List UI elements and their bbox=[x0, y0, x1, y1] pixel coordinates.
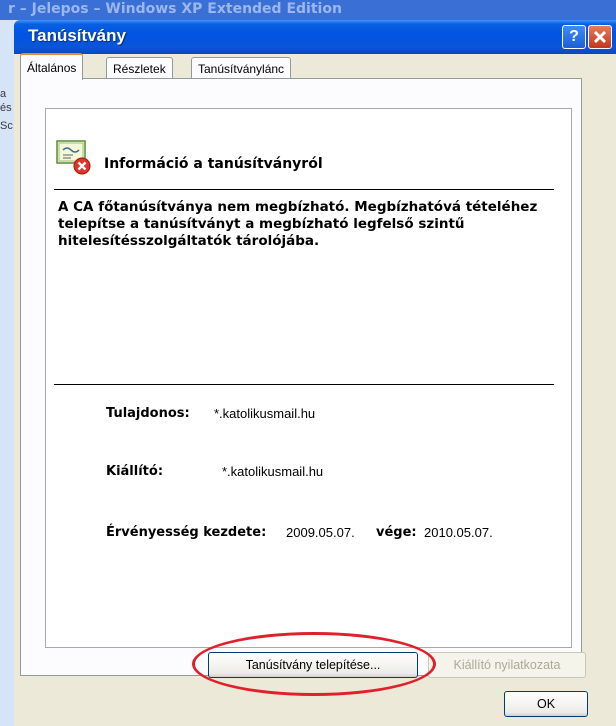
valid-to-label: vége: bbox=[376, 525, 417, 540]
divider bbox=[54, 189, 554, 190]
valid-from-value: 2009.05.07. bbox=[286, 525, 355, 540]
issuer-label: Kiállító: bbox=[106, 464, 164, 479]
certificate-warning-message: A CA főtanúsítványa nem megbízható. Megb… bbox=[58, 199, 538, 249]
certificate-info-box: Információ a tanúsítványról A CA főtanús… bbox=[45, 108, 572, 648]
close-button[interactable] bbox=[588, 25, 612, 49]
install-certificate-button[interactable]: Tanúsítvány telepítése... bbox=[208, 652, 418, 678]
certificate-error-icon bbox=[56, 140, 91, 175]
issuer-statement-button[interactable]: Kiállító nyilatkozata bbox=[428, 652, 586, 678]
background-fragment: a bbox=[0, 88, 7, 100]
tab-general[interactable]: Általános bbox=[20, 53, 84, 80]
valid-to-value: 2010.05.07. bbox=[424, 525, 493, 540]
background-window-edge: a és Sc bbox=[0, 20, 15, 726]
help-button[interactable]: ? bbox=[562, 25, 586, 49]
dialog-title: Tanúsítvány bbox=[28, 26, 126, 45]
tab-details[interactable]: Részletek bbox=[106, 57, 173, 80]
background-fragment: Sc bbox=[0, 120, 13, 132]
dialog-titlebar[interactable]: Tanúsítvány ? bbox=[14, 20, 616, 54]
tab-certification-path[interactable]: Tanúsítványlánc bbox=[191, 57, 292, 80]
issuer-value: *.katolikusmail.hu bbox=[222, 464, 324, 479]
background-window-titlebar: r – Jelepos – Windows XP Extended Editio… bbox=[0, 0, 616, 20]
background-fragment: és bbox=[0, 102, 12, 114]
valid-from-label: Érvényesség kezdete: bbox=[106, 525, 267, 540]
close-icon bbox=[593, 30, 607, 44]
certificate-info-title: Információ a tanúsítványról bbox=[104, 156, 323, 172]
owner-label: Tulajdonos: bbox=[106, 406, 190, 421]
background-window-title: r – Jelepos – Windows XP Extended Editio… bbox=[8, 1, 342, 17]
ok-button[interactable]: OK bbox=[504, 691, 588, 717]
divider bbox=[54, 384, 554, 385]
owner-value: *.katolikusmail.hu bbox=[214, 406, 316, 421]
